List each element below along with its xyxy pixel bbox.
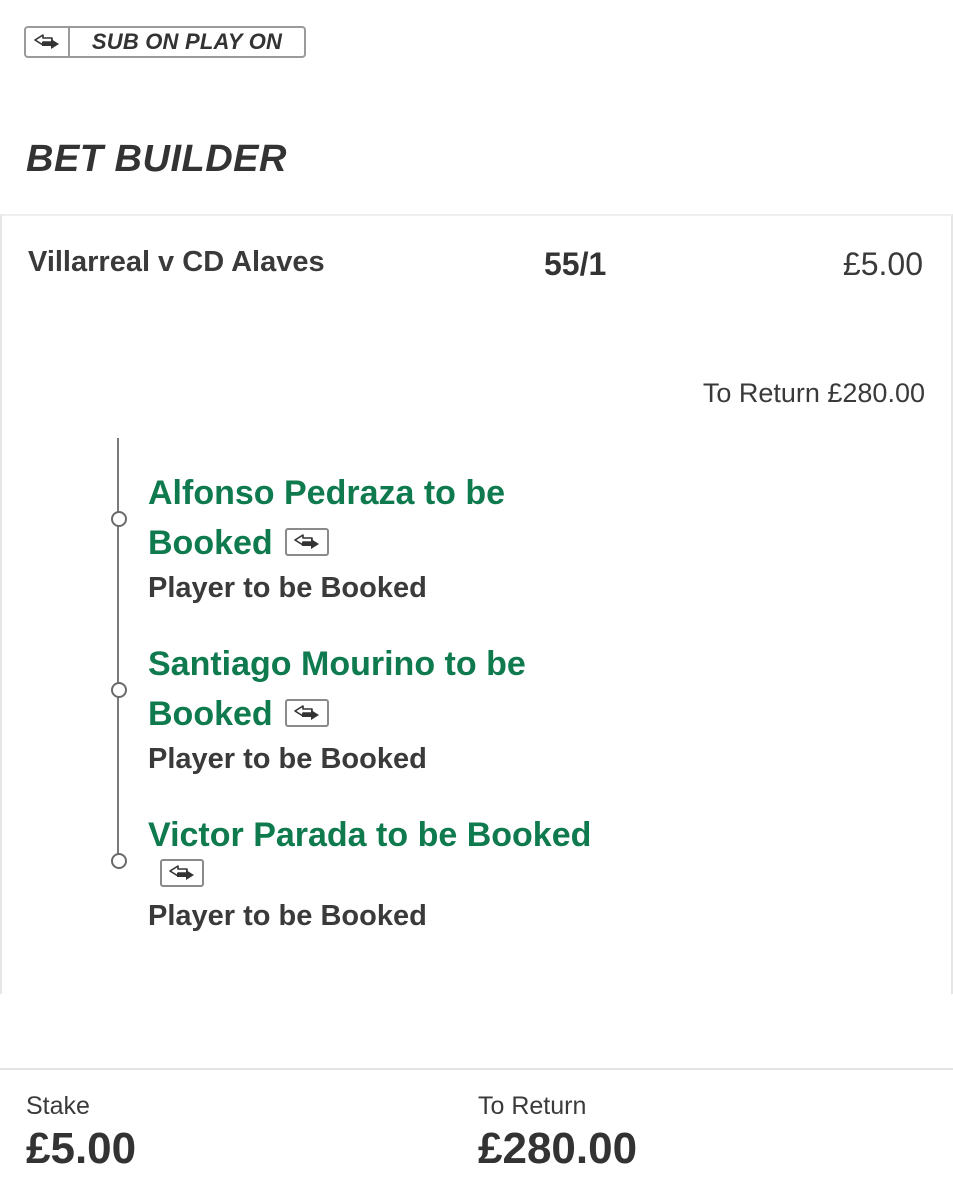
swap-arrows-icon [160, 859, 204, 887]
selection-market: Player to be Booked [148, 743, 427, 775]
timeline-node [111, 511, 127, 527]
to-return-label: To Return [478, 1092, 587, 1120]
bet-stake: £5.00 [842, 246, 923, 282]
selection-leg: Victor Parada to be Booked Player to be … [148, 810, 668, 936]
match-name: Villarreal v CD Alaves [28, 246, 325, 278]
selection-leg: Alfonso Pedraza to be Booked Player to b… [148, 468, 668, 608]
badge-label: SUB ON PLAY ON [91, 29, 283, 54]
bet-to-return: To Return £280.00 [702, 378, 925, 408]
timeline-line [117, 438, 119, 862]
to-return-value: £280.00 [478, 1124, 638, 1173]
selection-leg: Santiago Mourino to be Booked Player to … [148, 639, 668, 779]
bet-odds: 55/1 [544, 246, 607, 282]
swap-arrows-icon [284, 699, 329, 728]
sub-on-play-on-badge: SUB ON PLAY ON [24, 26, 306, 58]
bet-summary-footer [0, 1068, 953, 1200]
swap-arrows-icon [284, 528, 329, 557]
timeline-node [111, 682, 127, 698]
timeline-node [111, 853, 127, 869]
selection-market: Player to be Booked [148, 572, 427, 604]
selection-market: Player to be Booked [148, 900, 427, 932]
swap-arrows-icon [26, 28, 70, 56]
section-title: BET BUILDER [26, 138, 287, 180]
stake-label: Stake [26, 1092, 90, 1120]
selection-title: Santiago Mourino to be Booked [148, 645, 526, 733]
stake-value: £5.00 [26, 1124, 137, 1173]
selection-title: Victor Parada to be Booked [148, 816, 592, 854]
selection-title: Alfonso Pedraza to be Booked [148, 474, 506, 562]
